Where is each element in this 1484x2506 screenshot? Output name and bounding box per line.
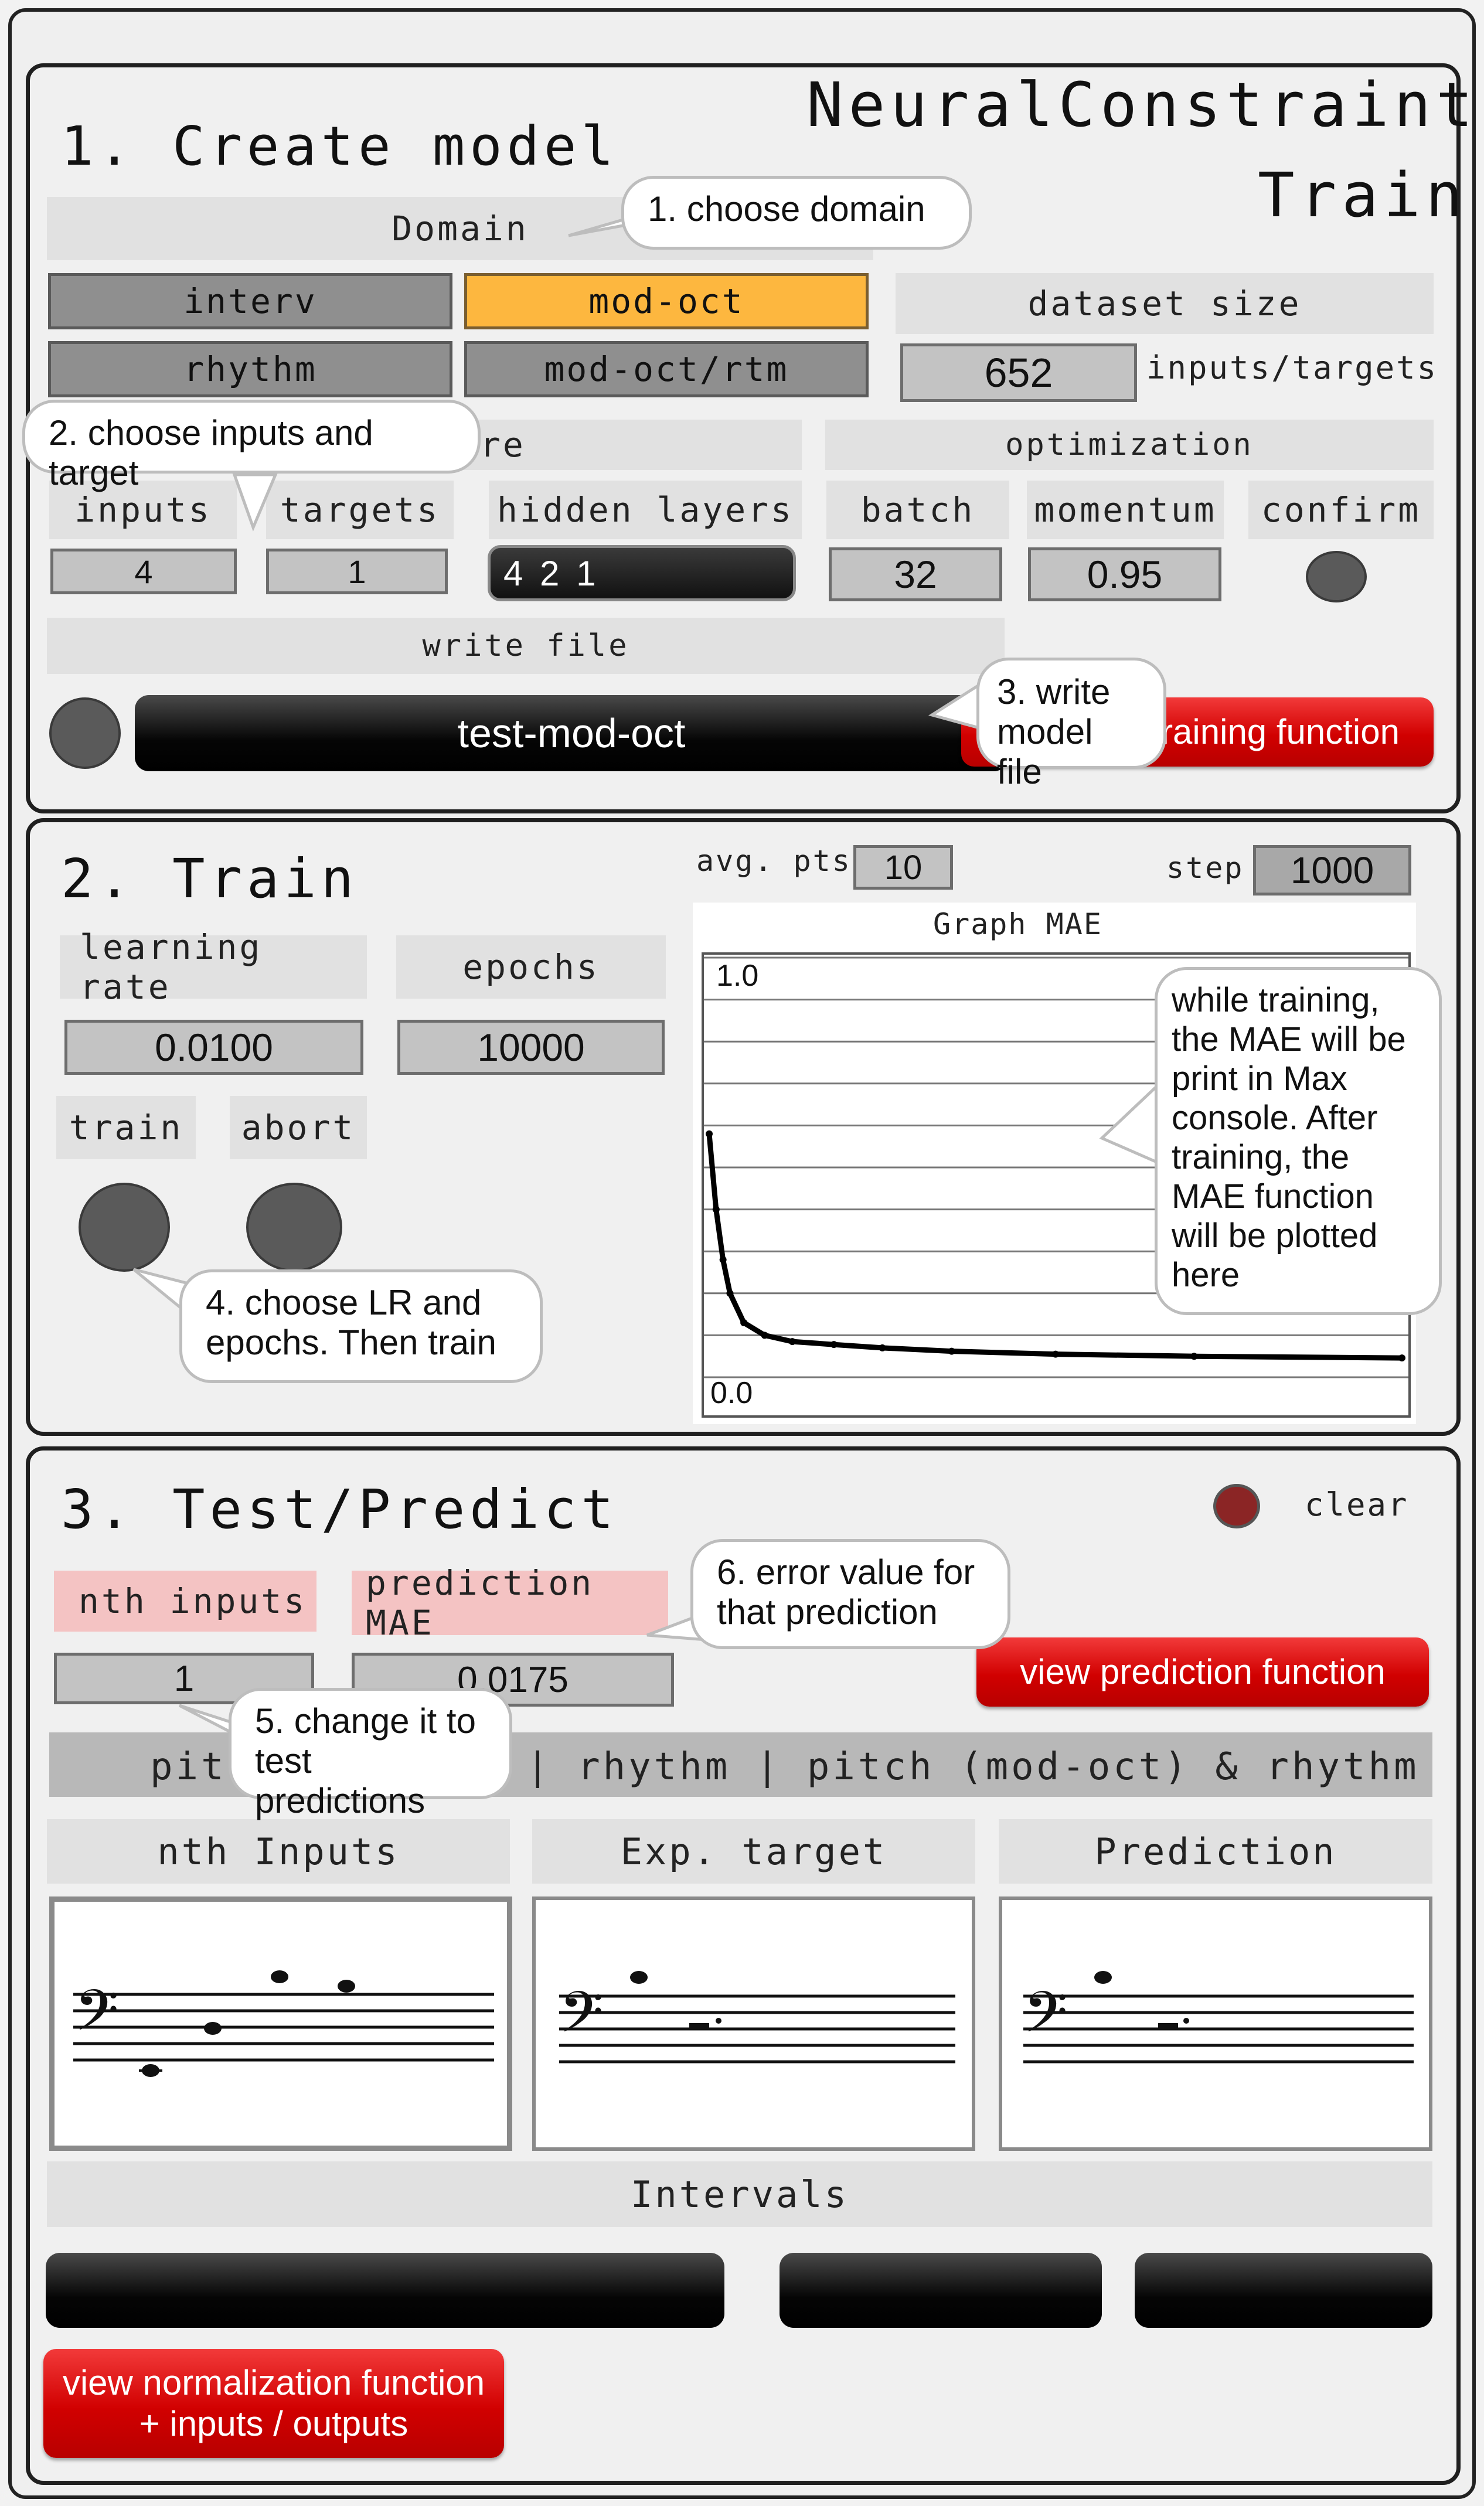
callout-write-model: 3. write model file bbox=[976, 658, 1166, 791]
callout-train: 4. choose LR and epochs. Then train bbox=[179, 1269, 543, 1383]
callout-mae-info: while training, the MAE will be print in… bbox=[1155, 967, 1442, 1315]
callout-error-value: 6. error value for that prediction bbox=[690, 1539, 1010, 1649]
callout-choose-domain: 1. choose domain bbox=[621, 176, 972, 250]
callout-test-predictions: 5. change it to test predictions bbox=[229, 1688, 512, 1820]
callout-choose-inputs: 2. choose inputs and target bbox=[22, 400, 481, 492]
